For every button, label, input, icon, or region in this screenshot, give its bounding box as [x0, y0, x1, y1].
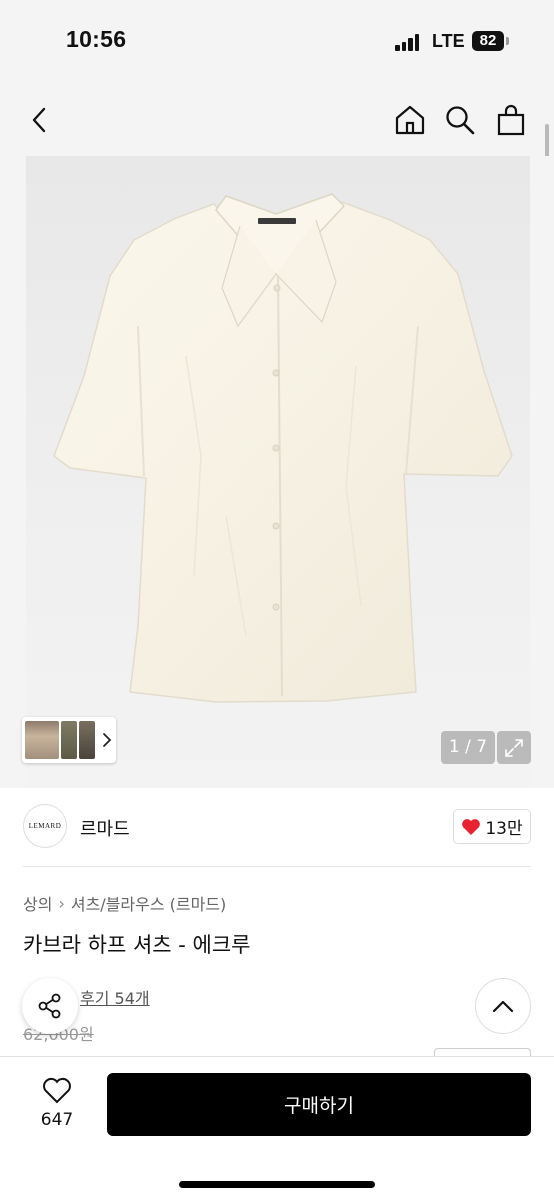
shopping-bag-icon [497, 104, 525, 136]
buy-button[interactable]: 구매하기 [107, 1073, 531, 1136]
brand-like-button[interactable]: 13만 [453, 809, 531, 844]
network-type: LTE [432, 31, 465, 51]
thumbnail-strip[interactable] [22, 717, 116, 763]
wishlist-button[interactable]: 647 [30, 1077, 84, 1130]
home-button[interactable] [390, 100, 430, 140]
breadcrumb-subcategory[interactable]: 셔츠/블라우스 (르마드) [71, 891, 226, 915]
product-image-gallery[interactable]: 1 / 7 [0, 156, 554, 788]
bottom-action-bar: 647 구매하기 [0, 1056, 554, 1200]
battery-icon: 82 [472, 31, 504, 51]
sale-price-cutoff [23, 1046, 193, 1056]
shirt-image [53, 193, 513, 703]
share-button[interactable] [22, 978, 78, 1034]
divider [23, 866, 531, 867]
top-navigation [0, 84, 554, 156]
review-link[interactable]: 후기 54개 [80, 985, 150, 1009]
expand-button[interactable] [497, 731, 531, 764]
thumbnail-olive[interactable] [61, 721, 77, 759]
status-time: 10:56 [66, 26, 127, 52]
search-button[interactable] [440, 100, 480, 140]
status-bar: 10:56 LTE 82 [0, 0, 554, 84]
breadcrumb-separator-icon: › [58, 893, 65, 913]
breadcrumb: 상의 › 셔츠/블라우스 (르마드) [23, 891, 226, 915]
cart-button[interactable] [491, 100, 531, 140]
chevron-up-icon [492, 1000, 514, 1013]
thumbnail-brown[interactable] [79, 721, 95, 759]
share-icon [38, 993, 61, 1019]
product-photo[interactable] [26, 156, 530, 788]
signal-icon [395, 33, 421, 51]
chevron-left-icon [32, 107, 46, 133]
coupon-box-cutoff [434, 1048, 531, 1056]
brand-name[interactable]: 르마드 [80, 815, 130, 841]
expand-icon [505, 738, 523, 757]
image-counter: 1 / 7 [441, 731, 495, 764]
scroll-top-button[interactable] [475, 978, 531, 1034]
heart-filled-icon [462, 818, 481, 835]
breadcrumb-category[interactable]: 상의 [23, 891, 52, 915]
search-icon [446, 106, 475, 135]
wishlist-count: 647 [40, 1110, 74, 1130]
back-button[interactable] [20, 100, 60, 140]
heart-outline-icon [43, 1077, 71, 1104]
thumbnail-model[interactable] [25, 721, 59, 759]
home-icon [395, 105, 425, 135]
brand-logo[interactable]: LEMARD [23, 804, 67, 848]
brand-like-count: 13만 [485, 819, 523, 839]
chevron-right-icon [103, 733, 112, 747]
battery-tip [506, 37, 509, 45]
home-indicator [179, 1181, 375, 1188]
product-title: 카브라 하프 셔츠 - 에크루 [23, 933, 251, 957]
